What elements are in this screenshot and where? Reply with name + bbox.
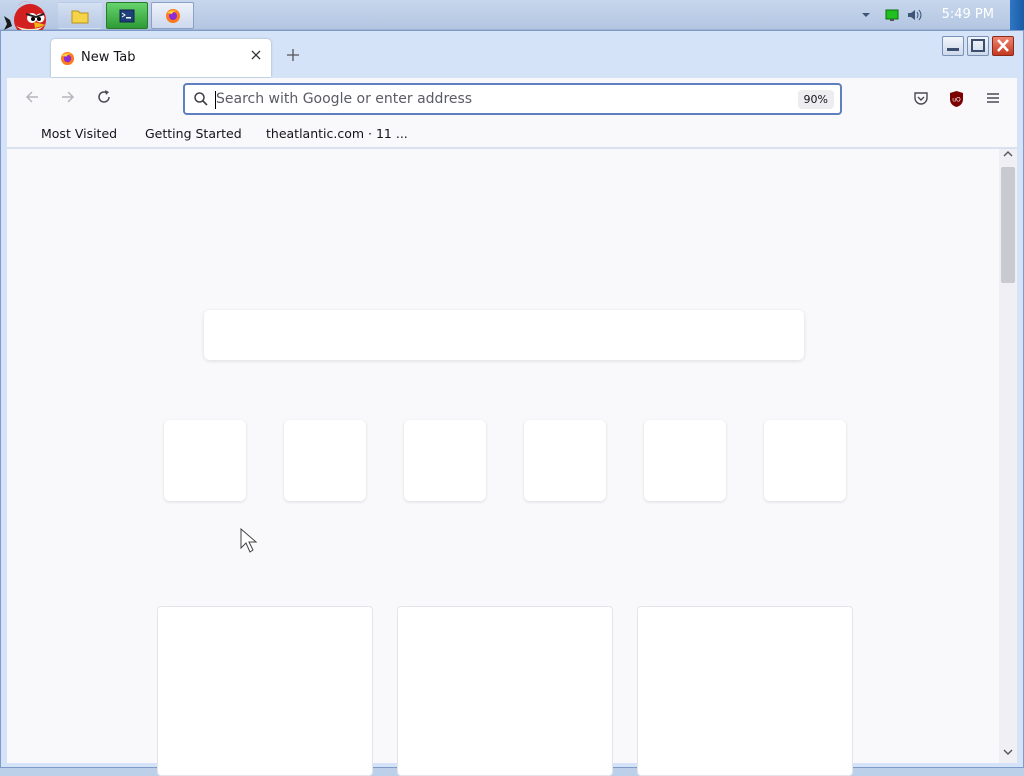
mouse-pointer-icon [240,528,258,553]
plus-icon [287,49,299,61]
folder-icon [71,10,89,23]
chevron-up-icon [1003,151,1013,157]
close-window-button[interactable] [992,36,1014,56]
scroll-up-button[interactable] [999,149,1017,165]
vertical-scrollbar[interactable] [999,149,1017,763]
firefox-icon [60,51,75,66]
taskbar: 5:49 PM [0,0,1024,36]
top-site-tile[interactable] [524,420,606,501]
arrow-left-icon [25,91,38,103]
page-search-box[interactable] [204,310,804,360]
top-site-tile[interactable] [644,420,726,501]
tab-title: New Tab [81,50,136,65]
chevron-down-icon[interactable] [860,10,872,20]
firefox-icon [165,8,180,23]
taskbar-firefox-button[interactable] [151,2,194,29]
clock: 5:49 PM [941,7,994,22]
top-site-tile[interactable] [164,420,246,501]
top-site-tile[interactable] [284,420,366,501]
address-bar[interactable]: Search with Google or enter address 90% [183,83,842,115]
bookmark-most-visited[interactable]: Most Visited [41,126,117,141]
chevron-down-icon [1003,749,1013,755]
story-card[interactable] [157,606,373,776]
forward-button[interactable] [57,88,79,110]
pocket-icon[interactable] [913,90,929,106]
maximize-button[interactable] [967,36,989,56]
story-card[interactable] [637,606,853,776]
network-icon[interactable] [884,8,900,22]
taskbar-files-button[interactable] [58,2,102,29]
taskbar-terminal-button[interactable] [106,2,148,29]
close-icon [997,39,1009,52]
maximize-icon [971,39,985,52]
bookmark-getting-started[interactable]: Getting Started [145,126,242,141]
terminal-icon [119,9,135,22]
scrollbar-thumb[interactable] [1001,167,1015,283]
zoom-indicator[interactable]: 90% [797,90,834,109]
ublock-origin-icon[interactable]: uO [948,90,965,108]
story-card[interactable] [397,606,613,776]
browser-window: New Tab Search with Google or enter addr… [0,30,1024,776]
close-icon [251,50,261,60]
bookmarks-toolbar: Most Visited Getting Started theatlantic… [7,120,1017,148]
tab-close-button[interactable] [250,49,262,65]
new-tab-page [7,149,1017,776]
show-desktop-button[interactable] [1010,0,1024,30]
menu-icon[interactable] [985,90,1001,106]
tab-new-tab[interactable]: New Tab [51,39,271,77]
navigation-toolbar: Search with Google or enter address 90% … [7,78,1017,120]
address-placeholder: Search with Google or enter address [216,91,473,107]
volume-icon[interactable] [906,7,924,23]
top-site-tile[interactable] [764,420,846,501]
reload-button[interactable] [93,88,115,110]
bookmark-theatlantic[interactable]: theatlantic.com · 11 ... [266,126,408,141]
search-icon [194,92,208,106]
back-button[interactable] [21,88,43,110]
new-tab-button[interactable] [285,46,301,66]
reload-icon [98,90,110,103]
top-site-tile[interactable] [404,420,486,501]
scroll-down-button[interactable] [999,747,1017,763]
svg-text:uO: uO [952,97,961,104]
arrow-right-icon [62,91,75,103]
minimize-button[interactable] [942,36,964,56]
minimize-icon [947,48,959,51]
